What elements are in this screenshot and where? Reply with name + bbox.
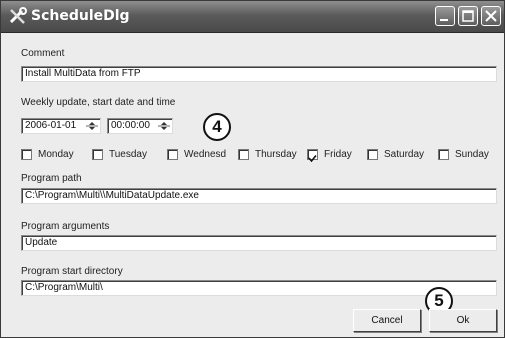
start-time-picker[interactable]: 00:00:00 xyxy=(107,118,173,134)
comment-value: Install MultiData from FTP xyxy=(25,68,141,79)
program-arguments-field[interactable]: Update xyxy=(21,235,497,251)
day-option-friday[interactable]: Friday xyxy=(307,146,373,163)
start-directory-label: Program start directory xyxy=(21,266,123,277)
checkmark-icon xyxy=(308,154,317,163)
day-label: Saturday xyxy=(384,149,425,160)
comment-field[interactable]: Install MultiData from FTP xyxy=(21,66,497,82)
start-directory-value: C:\Program\Multi\ xyxy=(25,282,103,293)
day-checkbox[interactable] xyxy=(438,149,449,160)
program-arguments-label: Program arguments xyxy=(21,221,110,232)
day-option-thursday[interactable]: Thursday xyxy=(238,146,304,162)
day-option-saturday[interactable]: Saturday xyxy=(367,146,433,162)
program-path-value: C:\Program\Multi\\MultiDataUpdate.exe xyxy=(25,190,199,201)
day-label: Wednesd xyxy=(184,149,227,160)
maximize-button[interactable] xyxy=(458,6,478,26)
day-label: Sunday xyxy=(455,149,489,160)
cancel-button[interactable]: Cancel xyxy=(353,309,421,332)
program-path-field[interactable]: C:\Program\Multi\\MultiDataUpdate.exe xyxy=(21,188,497,204)
close-button[interactable] xyxy=(481,6,501,26)
program-path-label: Program path xyxy=(21,173,82,184)
start-date-picker[interactable]: 2006-01-01 xyxy=(21,118,101,134)
day-option-tuesday[interactable]: Tuesday xyxy=(92,146,158,162)
start-time-value: 00:00:00 xyxy=(111,120,150,131)
comment-label: Comment xyxy=(21,48,65,59)
window-title: ScheduleDlg xyxy=(31,8,130,24)
day-checkbox[interactable] xyxy=(307,149,318,163)
day-label: Monday xyxy=(38,149,74,160)
day-label: Tuesday xyxy=(109,149,147,160)
close-icon xyxy=(485,10,497,22)
day-checkbox[interactable] xyxy=(167,149,178,160)
annotation-marker-4: 4 xyxy=(203,113,231,141)
tools-icon xyxy=(9,7,27,24)
ok-button[interactable]: Ok xyxy=(429,309,497,332)
time-spin-icon[interactable] xyxy=(157,120,171,132)
day-option-sunday[interactable]: Sunday xyxy=(438,146,504,162)
title-bar[interactable]: ScheduleDlg xyxy=(1,1,504,33)
maximize-icon xyxy=(462,10,474,22)
day-label: Thursday xyxy=(255,149,297,160)
day-checkbox[interactable] xyxy=(92,149,103,160)
day-checkbox[interactable] xyxy=(238,149,249,160)
start-date-value: 2006-01-01 xyxy=(25,120,77,131)
day-checkbox[interactable] xyxy=(367,149,378,160)
day-option-monday[interactable]: Monday xyxy=(21,146,87,162)
minimize-icon xyxy=(440,19,448,21)
schedule-dialog: ScheduleDlg Comment Install MultiData fr… xyxy=(0,0,505,338)
program-arguments-value: Update xyxy=(25,237,58,248)
day-label: Friday xyxy=(324,149,352,160)
minimize-button[interactable] xyxy=(435,6,455,26)
date-spin-icon[interactable] xyxy=(85,120,99,132)
day-option-wednesd[interactable]: Wednesd xyxy=(167,146,233,162)
schedule-label: Weekly update, start date and time xyxy=(21,97,176,108)
day-checkbox[interactable] xyxy=(21,149,32,160)
